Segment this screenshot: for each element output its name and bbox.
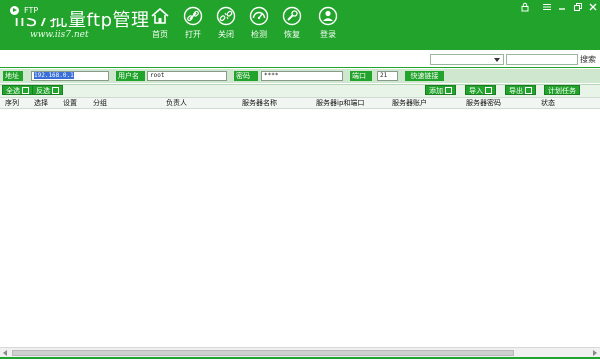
- check-label: 检测: [251, 30, 267, 39]
- table-body[interactable]: [0, 109, 600, 347]
- close-button[interactable]: 关闭: [210, 6, 242, 44]
- table-header: [0, 97, 600, 109]
- select-all-label: 全选: [6, 87, 20, 95]
- column-header[interactable]: 状态: [541, 99, 555, 108]
- title-bar: IIS7批量ftp管理 www.iis7.net 首页 打开 关闭 检测 恢复 …: [0, 0, 600, 50]
- column-header[interactable]: 设置: [63, 99, 77, 108]
- schedule-label: 计划任务: [548, 87, 576, 95]
- address-field[interactable]: 192.168.0.1: [31, 71, 109, 81]
- login-label: 登录: [320, 30, 336, 39]
- restore-button[interactable]: 恢复: [276, 6, 308, 44]
- home-label: 首页: [152, 30, 168, 39]
- search-button[interactable]: 搜索: [580, 54, 596, 65]
- close-label: 关闭: [218, 30, 234, 39]
- horizontal-scrollbar[interactable]: [0, 347, 600, 357]
- column-header[interactable]: 服务器名称: [242, 99, 277, 108]
- check-box-icon: [22, 87, 29, 94]
- search-input[interactable]: [506, 54, 578, 65]
- scrollbar-thumb[interactable]: [12, 350, 514, 356]
- minimize-icon[interactable]: [556, 2, 568, 12]
- home-icon: [151, 7, 169, 24]
- invert-select-button[interactable]: 反选: [32, 85, 63, 95]
- address-label: 地址: [3, 71, 23, 81]
- restore-window-icon[interactable]: [572, 2, 584, 12]
- username-field[interactable]: root: [147, 71, 227, 81]
- unlink-icon: [216, 6, 236, 26]
- port-label: 端口: [350, 71, 372, 81]
- password-field[interactable]: ****: [261, 71, 343, 81]
- search-select[interactable]: [430, 54, 504, 65]
- link-icon: [183, 6, 203, 26]
- password-label: 密码: [234, 71, 258, 81]
- username-label: 用户名: [116, 71, 145, 81]
- import-label: 导入: [469, 87, 483, 95]
- open-button[interactable]: 打开: [177, 6, 209, 44]
- restore-label: 恢复: [284, 30, 300, 39]
- column-header[interactable]: 服务器密码: [466, 99, 501, 108]
- export-button[interactable]: 导出: [505, 85, 536, 95]
- import-button[interactable]: 导入: [465, 85, 496, 95]
- user-icon: [318, 6, 338, 26]
- scroll-right-icon[interactable]: [593, 350, 597, 356]
- gauge-icon: [249, 6, 269, 26]
- column-header[interactable]: 服务器账户: [392, 99, 427, 108]
- schedule-button[interactable]: 计划任务: [544, 85, 580, 95]
- invert-select-label: 反选: [36, 87, 50, 95]
- add-button[interactable]: 添加: [425, 85, 456, 95]
- column-header[interactable]: 选择: [34, 99, 48, 108]
- tab-ftp[interactable]: FTP: [6, 3, 70, 18]
- wrench-icon: [282, 6, 302, 26]
- add-icon: [445, 87, 452, 94]
- login-button[interactable]: 登录: [312, 6, 344, 44]
- port-field[interactable]: 21: [377, 71, 398, 81]
- chevron-down-icon: [494, 58, 500, 62]
- lock-icon[interactable]: [519, 2, 531, 12]
- quick-link-button[interactable]: 快速链接: [405, 71, 444, 81]
- column-header[interactable]: 负责人: [166, 99, 187, 108]
- play-icon: [10, 6, 19, 15]
- home-button[interactable]: 首页: [144, 6, 176, 44]
- add-label: 添加: [429, 87, 443, 95]
- tab-ftp-label: FTP: [24, 6, 39, 15]
- app-logo-url: www.iis7.net: [30, 30, 89, 40]
- address-value: 192.168.0.1: [34, 72, 74, 79]
- scroll-left-icon[interactable]: [3, 350, 7, 356]
- open-label: 打开: [185, 30, 201, 39]
- import-icon: [485, 87, 492, 94]
- select-all-button[interactable]: 全选: [2, 85, 33, 95]
- menu-icon[interactable]: [541, 2, 553, 12]
- close-window-icon[interactable]: [587, 2, 599, 12]
- export-icon: [525, 87, 532, 94]
- column-header[interactable]: 序列: [5, 99, 19, 108]
- check-button[interactable]: 检测: [243, 6, 275, 44]
- export-label: 导出: [509, 87, 523, 95]
- invert-box-icon: [52, 87, 59, 94]
- column-header[interactable]: 服务器ip和端口: [316, 99, 364, 108]
- column-header[interactable]: 分组: [93, 99, 107, 108]
